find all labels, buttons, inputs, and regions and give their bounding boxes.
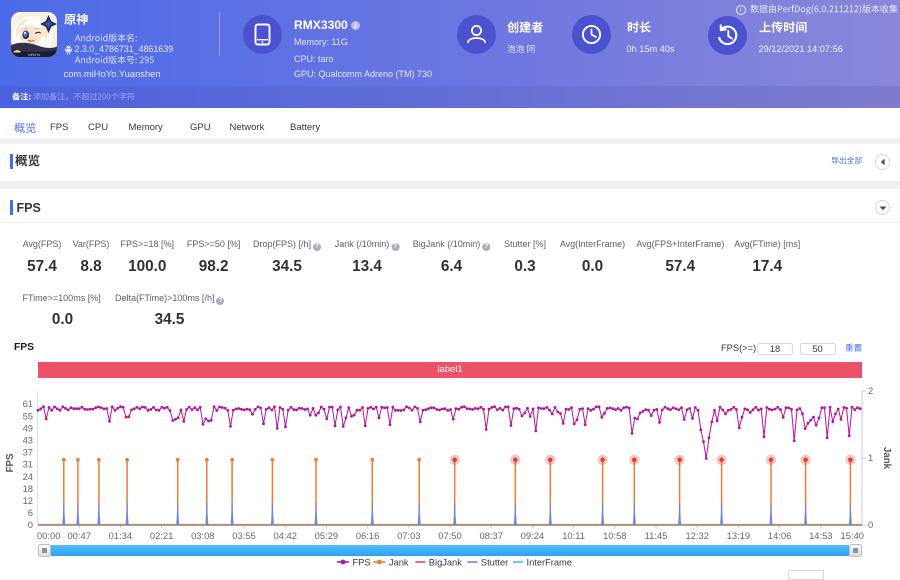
svg-text:FPS: FPS — [353, 557, 371, 567]
svg-text:11:45: 11:45 — [645, 530, 668, 541]
svg-text:06:16: 06:16 — [356, 530, 379, 541]
svg-text:43: 43 — [23, 435, 33, 446]
svg-text:BigJank: BigJank — [429, 557, 462, 567]
svg-text:24: 24 — [23, 471, 33, 482]
svg-text:Stutter: Stutter — [481, 557, 508, 567]
svg-text:02:21: 02:21 — [150, 530, 173, 541]
svg-text:31: 31 — [23, 459, 33, 470]
svg-text:18: 18 — [23, 483, 33, 494]
svg-text:InterFrame: InterFrame — [527, 557, 572, 567]
svg-text:49: 49 — [23, 422, 33, 433]
svg-text:01:34: 01:34 — [109, 530, 132, 541]
svg-text:15:40: 15:40 — [841, 530, 864, 541]
svg-text:61: 61 — [23, 398, 33, 409]
svg-text:1: 1 — [868, 452, 873, 463]
svg-text:03:08: 03:08 — [191, 530, 214, 541]
svg-text:Jank: Jank — [881, 447, 892, 470]
svg-text:05:29: 05:29 — [315, 530, 338, 541]
svg-text:14:53: 14:53 — [809, 530, 832, 541]
svg-text:2: 2 — [868, 385, 873, 396]
svg-text:00:47: 00:47 — [67, 530, 90, 541]
svg-text:14:06: 14:06 — [768, 530, 791, 541]
svg-text:55: 55 — [23, 410, 33, 421]
svg-text:Jank: Jank — [389, 557, 409, 567]
svg-text:FPS: FPS — [5, 453, 16, 472]
svg-text:10:11: 10:11 — [562, 530, 585, 541]
svg-text:07:50: 07:50 — [438, 530, 461, 541]
svg-text:00:00: 00:00 — [37, 530, 60, 541]
svg-text:37: 37 — [23, 447, 33, 458]
svg-text:09:24: 09:24 — [521, 530, 544, 541]
svg-text:0: 0 — [868, 519, 873, 530]
svg-text:07:03: 07:03 — [397, 530, 420, 541]
svg-text:6: 6 — [28, 507, 33, 518]
svg-text:04:42: 04:42 — [273, 530, 296, 541]
svg-text:12:32: 12:32 — [685, 530, 708, 541]
svg-text:03:55: 03:55 — [232, 530, 255, 541]
svg-text:0: 0 — [28, 519, 33, 530]
svg-text:13:19: 13:19 — [727, 530, 750, 541]
svg-text:10:58: 10:58 — [603, 530, 626, 541]
svg-text:08:37: 08:37 — [479, 530, 502, 541]
svg-text:12: 12 — [23, 495, 33, 506]
